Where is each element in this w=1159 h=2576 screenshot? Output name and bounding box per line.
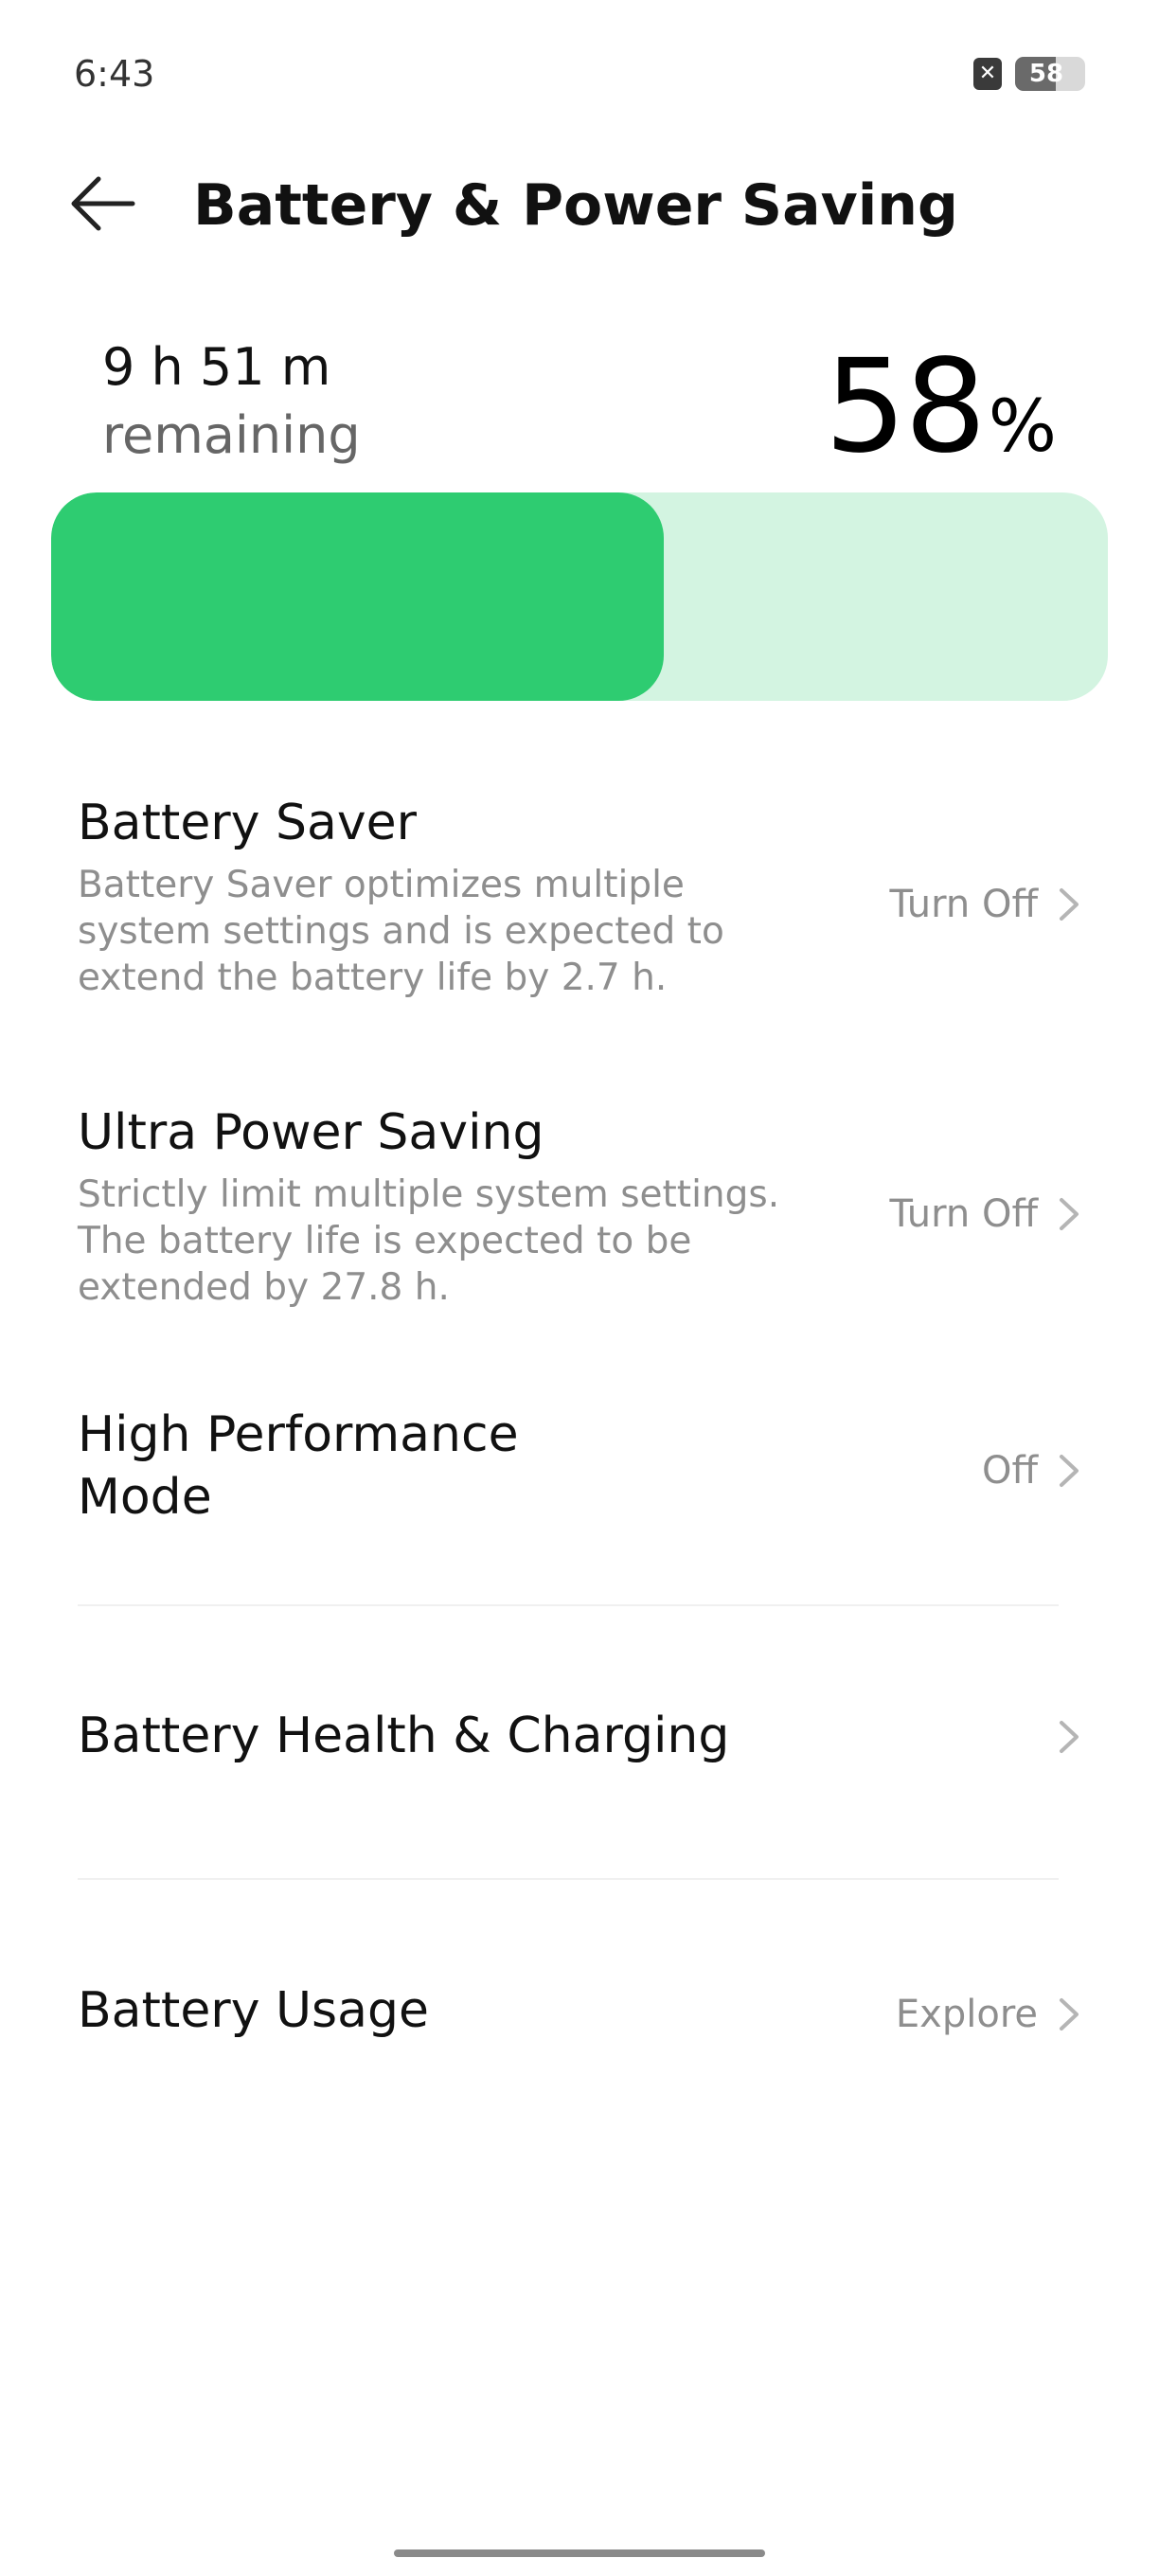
battery-status-level: 58: [1028, 60, 1064, 88]
battery-health-charging-item[interactable]: Battery Health & Charging: [78, 1705, 1081, 1780]
battery-health-charging-status: [1057, 1718, 1081, 1756]
battery-health-charging-title: Battery Health & Charging: [78, 1708, 730, 1764]
battery-saver-description: Battery Saver optimizes multiple system …: [78, 864, 724, 999]
high-performance-mode-value: Off: [981, 1449, 1038, 1493]
chevron-right-icon: [1060, 1198, 1079, 1230]
battery-level-bar: [51, 492, 1108, 701]
battery-saver-status: Turn Off: [889, 883, 1081, 926]
chevron-right-icon: [1060, 1721, 1079, 1753]
ultra-power-saving-description: Strictly limit multiple system settings.…: [78, 1173, 780, 1309]
app-header: Battery & Power Saving: [66, 161, 1093, 246]
ultra-power-saving-value: Turn Off: [889, 1192, 1038, 1236]
high-performance-mode-item[interactable]: High Performance Mode Off: [78, 1404, 1081, 1536]
page-title: Battery & Power Saving: [193, 172, 958, 239]
high-performance-mode-status: Off: [982, 1449, 1081, 1493]
ultra-power-saving-title: Ultra Power Saving: [78, 1104, 544, 1161]
status-time: 6:43: [74, 53, 155, 95]
section-divider: [78, 1878, 1059, 1880]
battery-usage-item[interactable]: Battery Usage Explore: [78, 1979, 1081, 2055]
battery-power-saving-screen: 6:43 ✕ 58 Battery & Power Saving 9 h 51 …: [0, 0, 1159, 2576]
battery-usage-status: Explore: [896, 1993, 1081, 2036]
sim-blocked-icon: ✕: [973, 58, 1002, 90]
battery-percent-value: 58: [824, 332, 987, 482]
arrow-left-icon: [71, 176, 135, 231]
remaining-time-block: 9 h 51 m remaining: [102, 333, 361, 470]
battery-saver-value: Turn Off: [889, 883, 1038, 926]
remaining-label: remaining: [102, 405, 361, 465]
battery-percent-unit: %: [988, 384, 1057, 468]
battery-saver-item[interactable]: Battery Saver Battery Saver optimizes mu…: [78, 792, 1081, 1019]
section-divider: [78, 1604, 1059, 1606]
back-button[interactable]: [66, 170, 142, 237]
battery-usage-value: Explore: [895, 1993, 1038, 2036]
battery-saver-title: Battery Saver: [78, 795, 418, 851]
battery-percent: 58 %: [825, 341, 1057, 474]
high-performance-mode-title: High Performance Mode: [78, 1406, 519, 1526]
ultra-power-saving-item[interactable]: Ultra Power Saving Strictly limit multip…: [78, 1101, 1081, 1329]
home-indicator[interactable]: [394, 2549, 765, 2557]
battery-status-icon: 58: [1015, 57, 1085, 91]
chevron-right-icon: [1060, 1998, 1079, 2030]
battery-level-fill: [51, 492, 665, 701]
status-bar: 6:43 ✕ 58: [74, 49, 1085, 100]
time-remaining: 9 h 51 m: [102, 337, 331, 397]
chevron-right-icon: [1060, 888, 1079, 921]
chevron-right-icon: [1060, 1455, 1079, 1487]
ultra-power-saving-status: Turn Off: [889, 1192, 1081, 1236]
status-icons: ✕ 58: [973, 57, 1085, 91]
